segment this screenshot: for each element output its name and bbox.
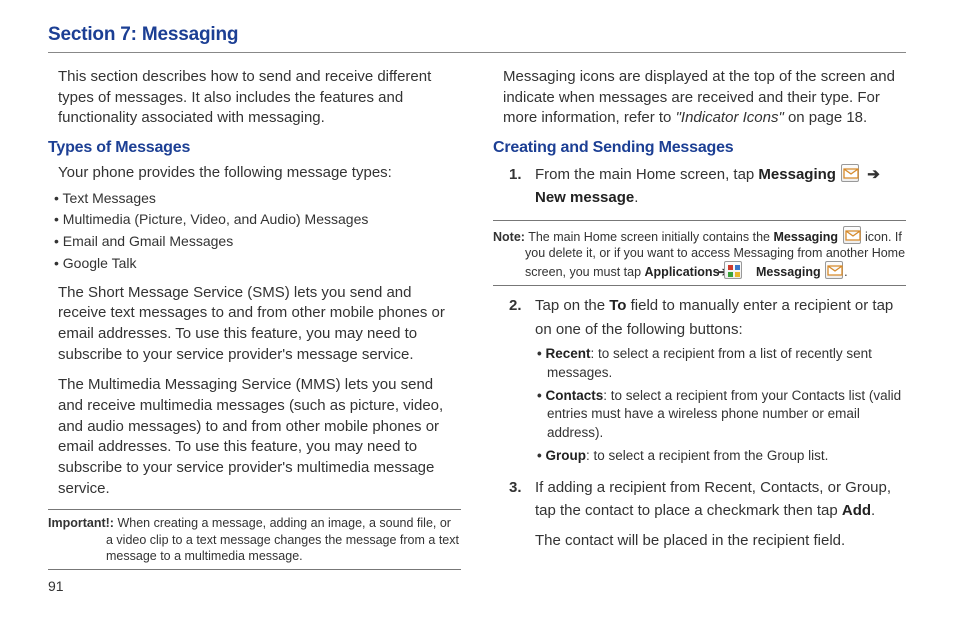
- intro-para: This section describes how to send and r…: [58, 67, 461, 129]
- to-field-label: To: [609, 297, 626, 314]
- steps-list-cont: Tap on the To field to manually enter a …: [509, 294, 906, 552]
- subhead-creating: Creating and Sending Messages: [493, 139, 906, 157]
- text-span: : to select a recipient from the Group l…: [586, 448, 828, 463]
- important-text: When creating a message, adding an image…: [106, 516, 459, 563]
- new-message-label: New message: [535, 189, 634, 206]
- mms-para: The Multimedia Messaging Service (MMS) l…: [58, 375, 461, 499]
- text-bold: Recent: [545, 346, 590, 361]
- text-span: If adding a recipient from Recent, Conta…: [535, 479, 891, 519]
- types-lead: Your phone provides the following messag…: [58, 163, 461, 184]
- note-label: Note:: [493, 230, 525, 244]
- text-span: The main Home screen initially contains …: [525, 230, 774, 244]
- substeps-list: Recent: to select a recipient from a lis…: [535, 345, 906, 466]
- arrow-icon: ➔: [867, 163, 880, 186]
- text-span: From the main Home screen, tap: [535, 166, 758, 183]
- right-column: Messaging icons are displayed at the top…: [493, 67, 906, 594]
- icons-para: Messaging icons are displayed at the top…: [503, 67, 906, 129]
- page-number: 91: [48, 578, 461, 594]
- text-bold: Messaging: [773, 230, 838, 244]
- two-column-layout: This section describes how to send and r…: [48, 67, 906, 594]
- add-label: Add: [842, 502, 871, 519]
- step-3-extra: The contact will be placed in the recipi…: [535, 529, 906, 552]
- text-span: : to select a recipient from a list of r…: [547, 346, 872, 380]
- note-box: Note: The main Home screen initially con…: [493, 220, 906, 287]
- list-item: Google Talk: [54, 253, 461, 275]
- list-item: Group: to select a recipient from the Gr…: [535, 447, 906, 466]
- divider-top: [48, 52, 906, 53]
- step-1: From the main Home screen, tap Messaging…: [509, 163, 906, 210]
- important-note: Important!: When creating a message, add…: [48, 509, 461, 570]
- list-item: Email and Gmail Messages: [54, 231, 461, 253]
- list-item: Contacts: to select a recipient from you…: [535, 387, 906, 444]
- list-item: Recent: to select a recipient from a lis…: [535, 345, 906, 383]
- text-span: on page 18.: [784, 109, 867, 126]
- subhead-types: Types of Messages: [48, 139, 461, 157]
- messaging-icon: [825, 261, 843, 279]
- text-bold: Messaging: [756, 265, 821, 279]
- left-column: This section describes how to send and r…: [48, 67, 461, 594]
- list-item: Multimedia (Picture, Video, and Audio) M…: [54, 209, 461, 231]
- steps-list: From the main Home screen, tap Messaging…: [509, 163, 906, 210]
- types-list: Text Messages Multimedia (Picture, Video…: [54, 188, 461, 275]
- list-item: Text Messages: [54, 188, 461, 210]
- applications-icon: [724, 261, 742, 279]
- text-span: Tap on the: [535, 297, 609, 314]
- messaging-icon: [841, 164, 859, 182]
- indicator-icons-ref: "Indicator Icons": [676, 109, 784, 126]
- step-3: If adding a recipient from Recent, Conta…: [509, 476, 906, 552]
- text-bold: Applications: [645, 265, 720, 279]
- step-2: Tap on the To field to manually enter a …: [509, 294, 906, 466]
- messaging-icon: [843, 226, 861, 244]
- important-label: Important!:: [48, 516, 114, 530]
- section-title: Section 7: Messaging: [48, 24, 906, 46]
- text-bold: Group: [545, 448, 586, 463]
- sms-para: The Short Message Service (SMS) lets you…: [58, 283, 461, 366]
- messaging-label: Messaging: [758, 166, 836, 183]
- text-bold: Contacts: [545, 388, 603, 403]
